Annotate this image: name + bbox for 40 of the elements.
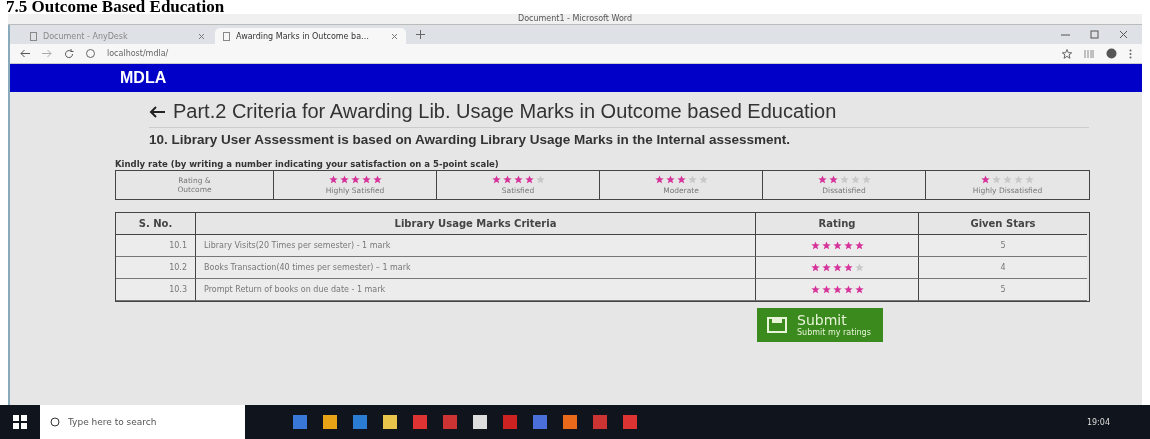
windows-icon: [13, 415, 27, 429]
clock-text: 19:04: [1086, 417, 1110, 427]
table-cell: 10.1: [116, 235, 196, 257]
reader-icon[interactable]: [1084, 48, 1094, 59]
new-tab-icon[interactable]: [416, 30, 425, 39]
close-icon[interactable]: [198, 32, 205, 40]
question-text: 10. Library User Assessment is based on Awarding Library Usage Marks in the Internal assessment.: [149, 132, 791, 147]
document-heading: 7.5 Outcome Based Education: [5, 0, 226, 14]
close-icon[interactable]: [391, 32, 398, 40]
page-icon: [30, 31, 37, 41]
column-header: Rating: [756, 213, 919, 235]
search-icon: [50, 417, 60, 427]
submit-button[interactable]: Submit Submit my ratings: [757, 308, 883, 342]
table-cell: 10.3: [116, 279, 196, 301]
save-icon: [767, 317, 787, 333]
table-cell: 10.2: [116, 257, 196, 279]
page-title: Part.2 Criteria for Awarding Lib. Usage Marks in Outcome based Education: [173, 100, 837, 123]
table-cell: 4: [919, 257, 1087, 279]
star-icon[interactable]: [1062, 48, 1072, 59]
menu-icon[interactable]: [1129, 48, 1132, 59]
profile-icon[interactable]: [1106, 48, 1117, 59]
instruction-text: Kindly rate (by writing a number indicating your satisfaction on a 5-point scale): [115, 159, 500, 169]
table-cell: Library Visits(20 Times per semester) - 1 mark: [196, 235, 756, 257]
app-title: MDLA: [120, 69, 167, 87]
forward-icon[interactable]: [42, 49, 52, 58]
back-arrow-icon[interactable]: [149, 104, 165, 119]
table-cell: 5: [919, 235, 1087, 257]
search-field[interactable]: Type here to search: [40, 405, 245, 439]
column-header: S. No.: [116, 213, 196, 235]
window-title: Document1 - Microsoft Word: [518, 14, 632, 24]
table-cell: 5: [919, 279, 1087, 301]
table-cell: Prompt Return of books on due date - 1 mark: [196, 279, 756, 301]
back-icon[interactable]: [20, 49, 30, 58]
browser-tab[interactable]: Awarding Marks in Outcome ba…: [215, 28, 406, 44]
page-icon: [223, 31, 230, 41]
close-icon[interactable]: [1119, 30, 1128, 39]
maximize-icon[interactable]: [1090, 30, 1099, 39]
column-header: Library Usage Marks Criteria: [196, 213, 756, 235]
table-cell: Books Transaction(40 times per semester) – 1 mark: [196, 257, 756, 279]
reload-icon[interactable]: [64, 48, 74, 59]
